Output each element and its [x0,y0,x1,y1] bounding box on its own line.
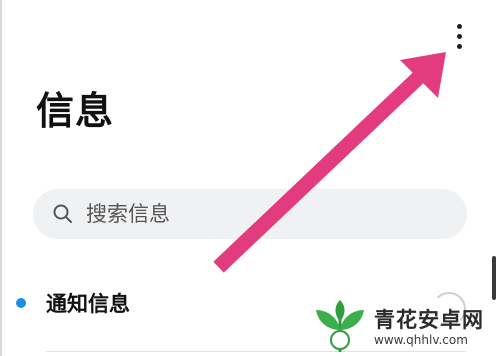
annotation-arrow-head [400,52,446,98]
scrollbar-thumb[interactable] [492,256,496,300]
watermark: 青花安卓网 www.qhhlv.com [312,298,500,356]
more-vertical-icon [456,23,462,29]
watermark-logo-icon [316,300,364,352]
more-vertical-icon-dot [456,43,462,49]
search-input[interactable] [84,201,448,227]
page-title: 信息 [36,89,115,133]
watermark-url: www.qhhlv.com [374,333,468,347]
more-vertical-icon-dot [456,33,462,39]
unread-indicator [16,298,26,308]
conversation-label: 通知信息 [46,292,130,316]
search-bar[interactable] [33,189,467,239]
watermark-name: 青花安卓网 [374,308,484,332]
more-options-button[interactable] [444,18,474,54]
search-icon [53,204,72,223]
